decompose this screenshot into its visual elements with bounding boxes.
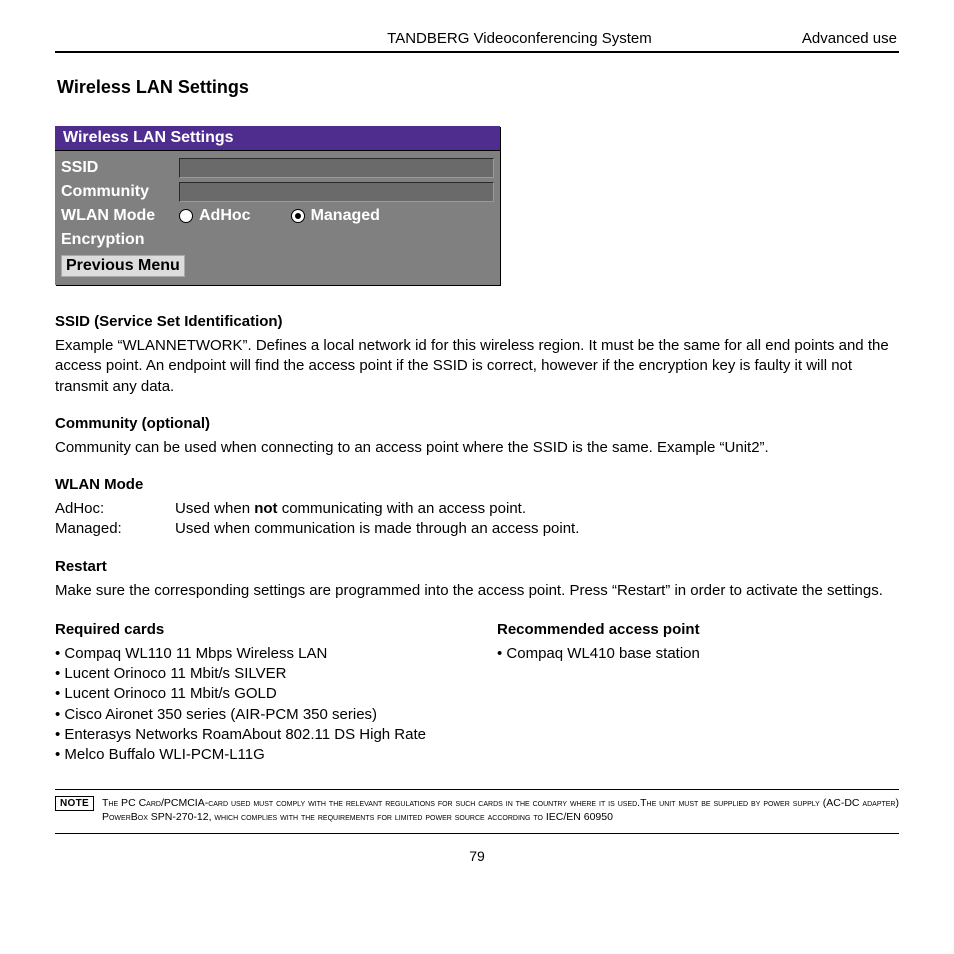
list-item: Lucent Orinoco 11 Mbit/s SILVER: [55, 664, 457, 684]
restart-heading: Restart: [55, 558, 899, 575]
managed-radio[interactable]: Managed: [291, 207, 380, 225]
ssid-row: SSID: [61, 157, 494, 179]
previous-menu-label: Previous Menu: [61, 255, 185, 277]
required-cards-list: Compaq WL110 11 Mbps Wireless LAN Lucent…: [55, 644, 457, 766]
list-item: Enterasys Networks RoamAbout 802.11 DS H…: [55, 725, 457, 745]
note-text: The PC Card/PCMCIA-card used must comply…: [102, 796, 899, 824]
restart-body: Make sure the corresponding settings are…: [55, 581, 899, 601]
adhoc-desc: Used when not communicating with an acce…: [175, 499, 526, 519]
wlan-mode-table: AdHoc: Used when not communicating with …: [55, 499, 899, 540]
radio-icon: [291, 209, 305, 223]
page-header: TANDBERG Videoconferencing System Advanc…: [55, 30, 899, 51]
note-badge: NOTE: [55, 796, 94, 811]
managed-term: Managed:: [55, 519, 175, 539]
community-heading: Community (optional): [55, 415, 899, 432]
community-label: Community: [61, 183, 179, 201]
wlan-mode-row: WLAN Mode AdHoc Managed: [61, 205, 494, 227]
previous-menu-button[interactable]: Previous Menu: [61, 253, 494, 277]
list-item: Melco Buffalo WLI-PCM-L11G: [55, 745, 457, 765]
wlan-mode-label: WLAN Mode: [61, 207, 179, 225]
list-item: Compaq WL410 base station: [497, 644, 899, 664]
list-item: Lucent Orinoco 11 Mbit/s GOLD: [55, 684, 457, 704]
required-cards-heading: Required cards: [55, 621, 457, 638]
ssid-input[interactable]: [179, 158, 494, 178]
adhoc-term: AdHoc:: [55, 499, 175, 519]
community-body: Community can be used when connecting to…: [55, 438, 899, 458]
ssid-heading: SSID (Service Set Identification): [55, 313, 899, 330]
community-row: Community: [61, 181, 494, 203]
ssid-label: SSID: [61, 159, 179, 177]
community-input[interactable]: [179, 182, 494, 202]
managed-desc: Used when communication is made through …: [175, 519, 579, 539]
radio-icon: [179, 209, 193, 223]
note-rule-bottom: [55, 833, 899, 834]
adhoc-label: AdHoc: [199, 207, 251, 225]
list-item: Cisco Aironet 350 series (AIR-PCM 350 se…: [55, 705, 457, 725]
wlan-settings-panel: Wireless LAN Settings SSID Community WLA…: [55, 126, 500, 285]
header-center: TANDBERG Videoconferencing System: [57, 30, 802, 47]
wlan-mode-heading: WLAN Mode: [55, 476, 899, 493]
page-title: Wireless LAN Settings: [57, 77, 899, 98]
encryption-label: Encryption: [61, 231, 179, 249]
managed-label: Managed: [311, 207, 380, 225]
panel-header: Wireless LAN Settings: [55, 126, 500, 151]
encryption-row[interactable]: Encryption: [61, 229, 494, 251]
list-item: Compaq WL110 11 Mbps Wireless LAN: [55, 644, 457, 664]
header-rule: [55, 51, 899, 53]
recommended-ap-heading: Recommended access point: [497, 621, 899, 638]
header-right: Advanced use: [802, 30, 897, 47]
ssid-body: Example “WLANNETWORK”. Defines a local n…: [55, 336, 899, 397]
note-rule-top: [55, 789, 899, 790]
recommended-ap-list: Compaq WL410 base station: [497, 644, 899, 664]
adhoc-radio[interactable]: AdHoc: [179, 207, 251, 225]
page-number: 79: [55, 848, 899, 864]
